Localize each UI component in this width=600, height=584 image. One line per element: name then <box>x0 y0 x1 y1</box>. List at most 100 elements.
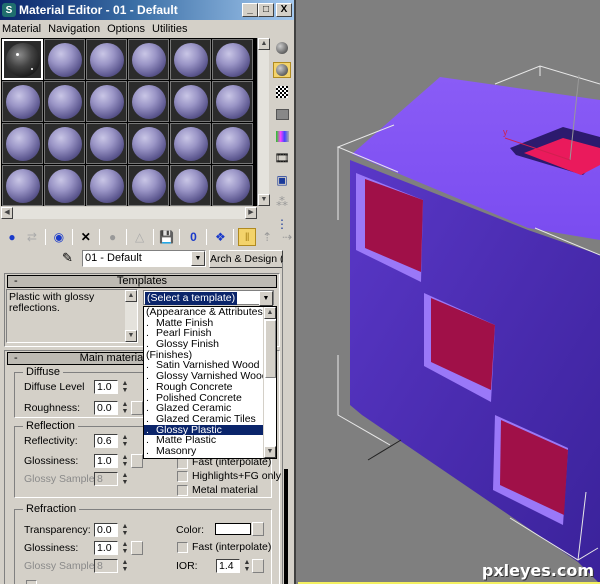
scroll-up-button[interactable]: ▲ <box>258 38 270 50</box>
scrollbar-thumb[interactable] <box>265 320 276 378</box>
sample-slot[interactable] <box>44 165 85 206</box>
sample-slot[interactable] <box>170 81 211 122</box>
refraction-glossy-samples-spinner[interactable]: ▲ ▼ <box>121 559 129 573</box>
sample-slot[interactable] <box>170 123 211 164</box>
assign-material-to-selection-icon[interactable]: ◉ <box>50 228 68 246</box>
close-button[interactable]: X <box>276 3 292 17</box>
template-dropdown-button[interactable]: ▼ <box>259 291 273 306</box>
refraction-fast-checkbox[interactable] <box>177 542 188 553</box>
scroll-up-button[interactable]: ▲ <box>264 307 276 319</box>
sample-slot[interactable] <box>128 39 169 80</box>
refraction-color-swatch[interactable] <box>215 523 251 535</box>
template-select[interactable]: (Select a template) ▼ <box>143 290 274 306</box>
template-dropdown-list[interactable]: (Appearance & Attributes). Matte Finish. P… <box>143 306 277 459</box>
viewport[interactable]: y pxleyes.com <box>298 0 600 584</box>
diffuse-level-spinner[interactable]: ▲ ▼ <box>121 380 129 394</box>
translucency-checkbox[interactable] <box>26 580 37 584</box>
select-by-material-icon[interactable]: ⁂ <box>273 194 291 210</box>
backlight-icon[interactable] <box>273 62 291 78</box>
maximize-button[interactable]: □ <box>258 3 274 17</box>
menu-utilities[interactable]: Utilities <box>150 23 192 35</box>
ior-spinner[interactable]: ▲ ▼ <box>243 559 251 573</box>
transparency-input[interactable]: 0.0 <box>94 523 118 537</box>
show-map-in-viewport-icon[interactable]: ❖ <box>211 228 229 246</box>
go-forward-to-sibling-icon[interactable]: ⇢ <box>278 228 294 246</box>
ior-map-button[interactable] <box>252 559 264 573</box>
scroll-down-button[interactable]: ▼ <box>258 194 270 206</box>
scroll-left-button[interactable]: ◀ <box>1 207 13 219</box>
refraction-glossiness-spinner[interactable]: ▲ ▼ <box>121 541 129 555</box>
roughness-spinner[interactable]: ▲ ▼ <box>121 401 129 415</box>
menu-navigation[interactable]: Navigation <box>46 23 105 35</box>
roughness-map-button[interactable] <box>131 401 143 415</box>
templates-rollout-header[interactable]: - Templates <box>7 275 277 288</box>
sample-type-sphere-icon[interactable] <box>273 40 291 56</box>
refraction-glossiness-input[interactable]: 1.0 <box>94 541 118 555</box>
scroll-down-button[interactable]: ▼ <box>125 330 137 342</box>
transparency-spinner[interactable]: ▲ ▼ <box>121 523 129 537</box>
eyedropper-icon[interactable]: ✎ <box>62 250 73 266</box>
scroll-down-button[interactable]: ▼ <box>264 446 276 458</box>
background-checker-icon[interactable] <box>273 84 291 100</box>
get-material-icon[interactable]: ● <box>3 228 21 246</box>
sample-slot[interactable] <box>128 123 169 164</box>
reflection-glossiness-map-button[interactable] <box>131 454 143 468</box>
reflection-glossy-samples-spinner[interactable]: ▲ ▼ <box>121 472 129 486</box>
reflectivity-input[interactable]: 0.6 <box>94 434 118 448</box>
reflection-glossiness-input[interactable]: 1.0 <box>94 454 118 468</box>
roughness-input[interactable]: 0.0 <box>94 401 118 415</box>
sample-slot[interactable] <box>212 39 253 80</box>
sample-slot[interactable] <box>128 165 169 206</box>
put-material-to-scene-icon[interactable]: ⇄ <box>23 228 41 246</box>
sample-slot[interactable] <box>86 123 127 164</box>
material-id-channel-icon[interactable]: 0 <box>184 228 202 246</box>
menu-material[interactable]: Material <box>0 23 46 35</box>
menu-options[interactable]: Options <box>105 23 150 35</box>
description-scrollbar[interactable]: ▲ ▼ <box>125 290 137 342</box>
reset-map-icon[interactable]: ✕ <box>77 228 95 246</box>
dropdown-scrollbar[interactable]: ▲ ▼ <box>263 307 276 458</box>
sample-slot[interactable] <box>86 81 127 122</box>
video-color-check-icon[interactable] <box>273 128 291 144</box>
scroll-right-button[interactable]: ▶ <box>245 207 257 219</box>
sample-slot[interactable] <box>212 165 253 206</box>
metal-material-checkbox[interactable] <box>177 485 188 496</box>
sample-slot[interactable] <box>128 81 169 122</box>
scroll-up-button[interactable]: ▲ <box>125 290 137 302</box>
ior-input[interactable]: 1.4 <box>216 559 240 573</box>
refraction-glossiness-map-button[interactable] <box>131 541 143 555</box>
material-type-button[interactable]: Arch & Design (mi) <box>209 250 283 268</box>
sample-slot[interactable] <box>2 81 43 122</box>
sample-slot[interactable] <box>2 165 43 206</box>
reflection-glossiness-spinner[interactable]: ▲ ▼ <box>121 454 129 468</box>
panel-scrollbar-thumb[interactable] <box>284 469 288 584</box>
highlights-fg-checkbox[interactable] <box>177 471 188 482</box>
reflection-fast-checkbox[interactable] <box>177 458 188 469</box>
sample-slot[interactable] <box>212 81 253 122</box>
refraction-color-map-button[interactable] <box>252 522 264 536</box>
reflection-glossy-samples-input[interactable]: 8 <box>94 472 118 486</box>
sample-uv-tiling-icon[interactable] <box>273 106 291 122</box>
sample-slots-hscrollbar[interactable]: ◀ ▶ <box>1 207 257 219</box>
minimize-button[interactable]: _ <box>242 3 258 17</box>
go-to-parent-icon[interactable]: ⇡ <box>258 228 276 246</box>
sample-slot[interactable] <box>86 165 127 206</box>
options-icon[interactable]: ▣ <box>273 172 291 188</box>
sample-slot[interactable] <box>2 123 43 164</box>
material-name-field[interactable]: 01 - Default ▼ <box>82 250 206 267</box>
sample-slots-vscrollbar[interactable]: ▲ ▼ <box>257 38 270 206</box>
show-end-result-icon[interactable]: ‖ <box>238 228 257 246</box>
make-material-copy-icon[interactable]: ● <box>104 228 122 246</box>
sample-slot[interactable] <box>212 123 253 164</box>
template-option[interactable]: . Masonry <box>144 446 276 457</box>
sample-slot[interactable] <box>170 165 211 206</box>
reflectivity-spinner[interactable]: ▲ ▼ <box>121 434 129 448</box>
sample-slot[interactable] <box>86 39 127 80</box>
title-bar[interactable]: S Material Editor - 01 - Default _ □ X <box>0 0 294 20</box>
material-name-dropdown-button[interactable]: ▼ <box>191 251 205 266</box>
make-preview-icon[interactable]: 🎞 <box>273 150 291 166</box>
sample-slot[interactable] <box>44 123 85 164</box>
put-to-library-icon[interactable]: 💾 <box>158 228 176 246</box>
sample-slot[interactable] <box>44 81 85 122</box>
make-unique-icon[interactable]: △ <box>131 228 149 246</box>
